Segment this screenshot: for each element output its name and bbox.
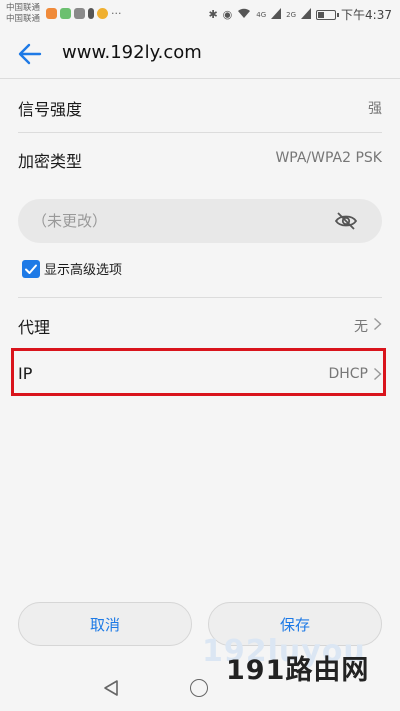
password-input[interactable] <box>32 199 322 243</box>
signal-strength-label: 信号强度 <box>18 100 83 119</box>
more-notifications-icon: ··· <box>111 7 122 20</box>
cancel-button[interactable]: 取消 <box>18 602 192 646</box>
encryption-type-value: WPA/WPA2 PSK <box>275 150 382 166</box>
battery-icon <box>316 9 340 20</box>
signal-strength-value: 强 <box>368 101 382 117</box>
page-title: www.192ly.com <box>62 42 202 63</box>
password-field[interactable] <box>18 199 382 243</box>
notification-icons: ··· <box>46 7 122 20</box>
ip-highlight-box <box>11 348 386 396</box>
encryption-type-label: 加密类型 <box>18 152 83 171</box>
advanced-options-label: 显示高级选项 <box>44 263 123 278</box>
status-bar: 中国联通 中国联通 ··· ✱ ◉ 4G 2G 下午4:37 <box>0 0 400 28</box>
app-bar: www.192ly.com <box>0 28 400 79</box>
checkmark-icon <box>25 264 37 274</box>
carrier-2: 中国联通 <box>6 14 41 24</box>
signal-icon-2 <box>301 7 312 22</box>
proxy-value: 无 <box>354 319 368 335</box>
eye-comfort-icon: ◉ <box>222 8 233 21</box>
app-icon <box>60 8 71 19</box>
status-icons: ✱ ◉ 4G 2G 下午4:37 <box>208 6 392 23</box>
network-type-1: 4G <box>256 10 267 19</box>
show-advanced-options[interactable]: 显示高级选项 <box>22 259 122 278</box>
wifi-icon <box>237 8 251 22</box>
eye-off-icon[interactable] <box>334 209 358 233</box>
signal-icon-1 <box>271 7 282 22</box>
arrow-left-icon <box>18 43 42 65</box>
weibo-icon <box>97 8 108 19</box>
chevron-right-icon <box>374 317 382 331</box>
battery-level <box>318 11 324 18</box>
file-icon <box>88 8 94 19</box>
bluetooth-icon: ✱ <box>208 8 218 21</box>
back-button[interactable] <box>16 40 44 68</box>
wechat-icon <box>74 8 85 19</box>
carrier-info: 中国联通 中国联通 <box>6 3 40 25</box>
carrier-1: 中国联通 <box>6 3 41 13</box>
watermark: 192luyou 191路由网 <box>202 634 398 686</box>
clock: 下午4:37 <box>341 8 392 22</box>
nav-back-icon[interactable] <box>102 679 120 697</box>
watermark-main: 191路由网 <box>226 655 370 686</box>
advanced-options-checkbox[interactable] <box>22 259 40 278</box>
signal-strength-row: 信号强度 强 <box>0 80 400 132</box>
proxy-row[interactable]: 代理 无 <box>0 298 400 350</box>
taobao-icon <box>46 8 57 19</box>
network-type-2: 2G <box>286 10 297 19</box>
proxy-label: 代理 <box>18 318 51 337</box>
encryption-type-row: 加密类型 WPA/WPA2 PSK <box>0 132 400 184</box>
